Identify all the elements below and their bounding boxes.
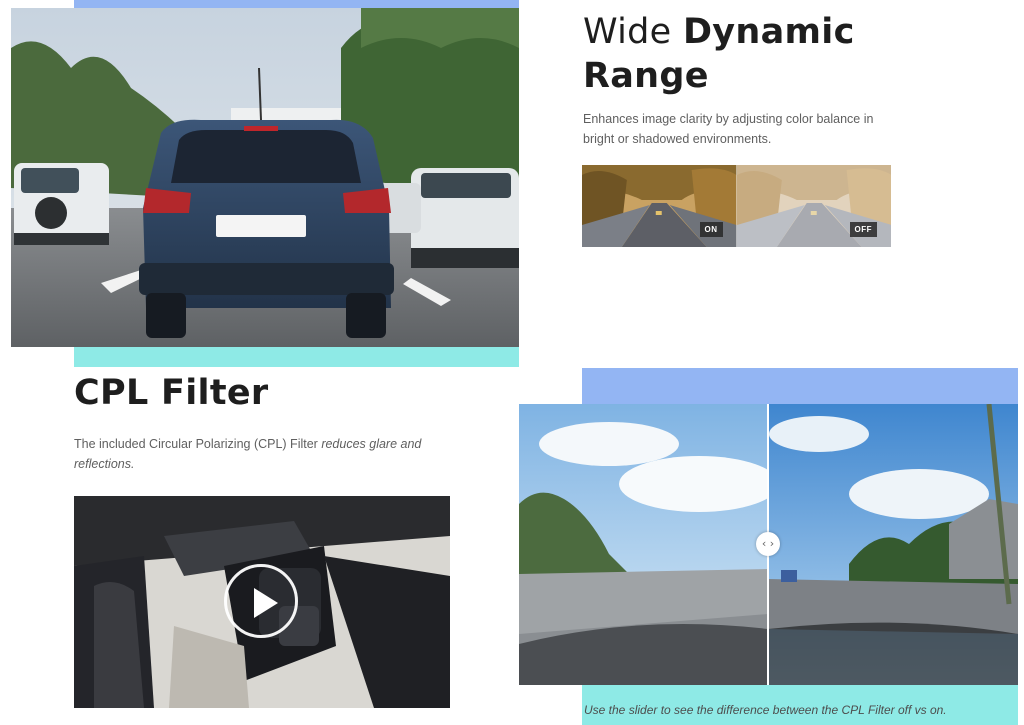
- wdr-heading-bold-dynamic: Dynamic: [682, 12, 855, 52]
- cpl-comparison-slider[interactable]: ‹ ›: [519, 404, 1018, 685]
- cpl-description-plain: The included Circular Polarizing (CPL) F…: [74, 437, 322, 451]
- wdr-off-tag: OFF: [849, 222, 877, 237]
- wdr-heading: Wide Dynamic Range: [583, 10, 903, 98]
- wdr-description: Enhances image clarity by adjusting colo…: [583, 112, 874, 146]
- wdr-comparison-image: ON OFF: [582, 165, 891, 247]
- play-icon: [254, 588, 278, 618]
- cpl-heading: CPL Filter: [74, 373, 269, 413]
- accent-bar-blue-right: [582, 368, 1018, 406]
- accent-bar-cyan-left: [74, 347, 519, 367]
- cpl-product-video[interactable]: [74, 496, 450, 708]
- wdr-heading-light: Wide: [583, 12, 683, 52]
- wdr-on-pane: ON: [582, 165, 737, 247]
- accent-bar-top: [74, 0, 519, 8]
- hero-traffic-photo: [11, 8, 519, 347]
- wdr-heading-bold-range: Range: [583, 56, 709, 96]
- cpl-description: The included Circular Polarizing (CPL) F…: [74, 434, 464, 474]
- wdr-on-tag: ON: [699, 222, 723, 237]
- chevrons-left-right-icon[interactable]: ‹ ›: [756, 532, 780, 556]
- wdr-off-pane: OFF: [736, 165, 891, 247]
- cpl-slider-caption: Use the slider to see the difference bet…: [584, 703, 947, 717]
- video-play-button[interactable]: [224, 564, 298, 638]
